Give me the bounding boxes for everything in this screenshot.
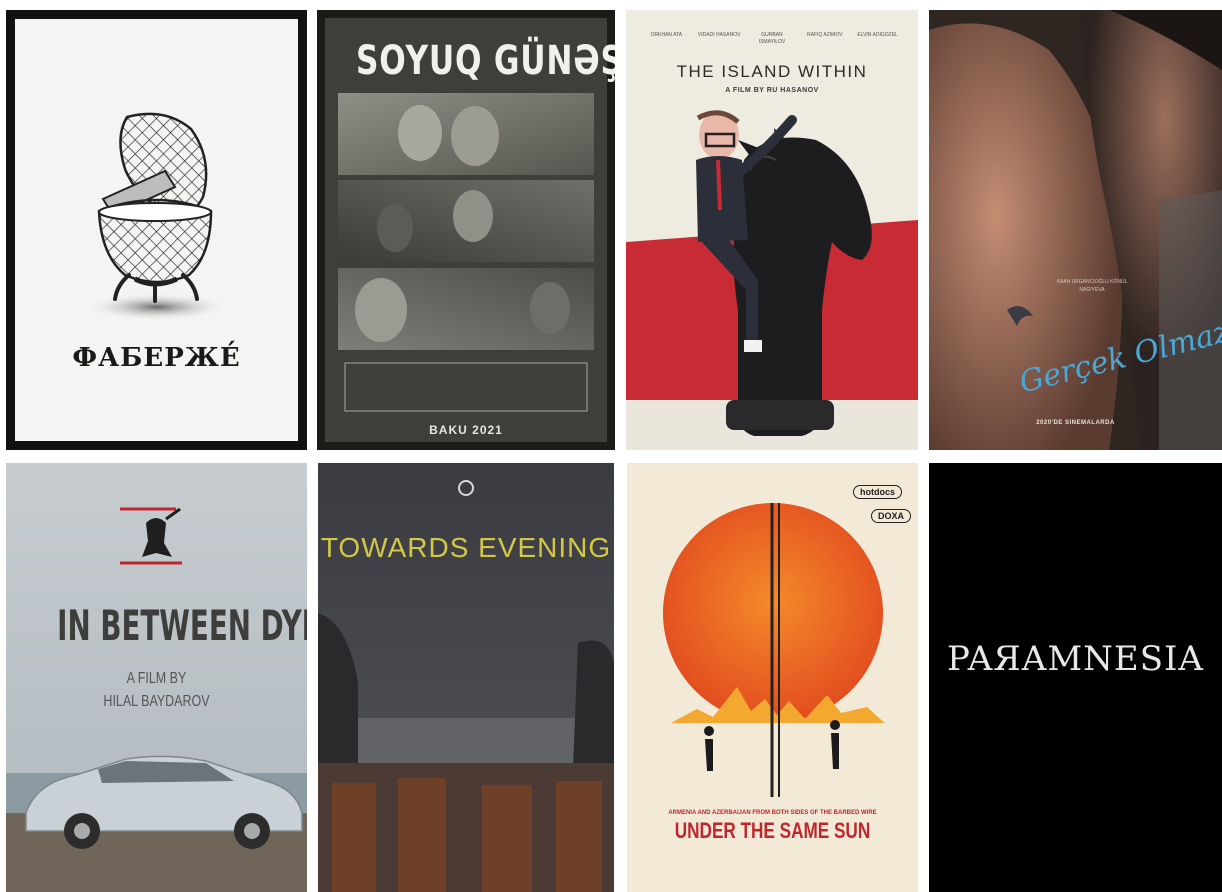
poster-in-between-dying[interactable]: IN BETWEEN DYING A FILM BY HILAL BAYDARO… [6, 463, 307, 892]
byline-prefix: A FILM BY [725, 87, 767, 94]
cast-member: ORKHAN ATA [650, 32, 683, 38]
doxa-badge: DOXA [871, 509, 912, 523]
poster-paramnesia[interactable]: PAЯAMNESIA [929, 463, 1222, 892]
poster-towards-evening-scene [318, 463, 614, 892]
credit-line: A FILM BY [126, 670, 187, 687]
poster-island-within-byline: A FILM BY RU HASANOV [626, 87, 918, 94]
poster-in-between-dying-credit: A FILM BY HILAL BAYDAROV [39, 667, 274, 713]
poster-gercek-olmaz[interactable]: KAAN URGANCIOĞLU KÖNÜL NAGIYEVA Gerçek O… [929, 10, 1222, 450]
poster-gercek-olmaz-release: 2020'DE SINEMALARDA [1036, 420, 1115, 426]
cast-member: RAFIQ AZIMOV [807, 32, 843, 38]
poster-soyuq-gunes-title: SOYUQ GÜNƏŞ [356, 38, 615, 84]
poster-faberge-canvas: ФАБЕРЖЕ́ [15, 19, 298, 441]
poster-gercek-olmaz-cast: KAAN URGANCIOĞLU KÖNÜL NAGIYEVA [1056, 279, 1128, 293]
faberge-egg-illustration [85, 112, 229, 321]
poster-under-the-same-sun[interactable]: hotdocs DOXA ARMENIA AND AZERBAIJAN FROM… [627, 463, 918, 892]
poster-faberge[interactable]: ФАБЕРЖЕ́ [6, 10, 307, 450]
poster-faberge-title: ФАБЕРЖЕ́ [72, 343, 241, 373]
poster-soyuq-gunes-canvas: SOYUQ GÜNƏŞ BAKU 2021 [325, 18, 615, 442]
poster-island-within[interactable]: ORKHAN ATA VIDADI HASANOV GURBAN ISMAYIL… [626, 10, 918, 450]
cast-member: GURBAN ISMAYILOV [758, 32, 786, 45]
cast-member: ELVIN ADIGOZEL [857, 32, 898, 38]
poster-under-the-same-sun-tagline: ARMENIA AND AZERBAIJAN FROM BOTH SIDES O… [668, 810, 877, 816]
poster-towards-evening-title: TOWARDS EVENING [320, 532, 612, 563]
credit-line: HILAL BAYDAROV [103, 693, 210, 710]
cast-member: VIDADI HASANOV [697, 32, 741, 38]
poster-under-the-same-sun-title: UNDER THE SAME SUN [674, 818, 871, 843]
poster-soyuq-gunes[interactable]: SOYUQ GÜNƏŞ BAKU 2021 [317, 10, 615, 450]
poster-soyuq-gunes-city: BAKU 2021 [429, 423, 503, 437]
poster-in-between-dying-title: IN BETWEEN DYING [57, 601, 307, 650]
poster-island-within-title: THE ISLAND WITHIN [676, 62, 868, 81]
poster-towards-evening[interactable]: TOWARDS EVENING [318, 463, 614, 892]
hotdocs-badge: hotdocs [853, 485, 902, 499]
poster-grid: ФАБЕРЖЕ́ SOYUQ GÜNƏŞ BAKU 2021 ORKHAN AT… [0, 0, 1222, 892]
poster-paramnesia-title: PAЯAMNESIA [947, 639, 1204, 679]
poster-island-within-cast: ORKHAN ATA VIDADI HASANOV GURBAN ISMAYIL… [640, 32, 904, 46]
byline-name: RU HASANOV [766, 87, 819, 94]
